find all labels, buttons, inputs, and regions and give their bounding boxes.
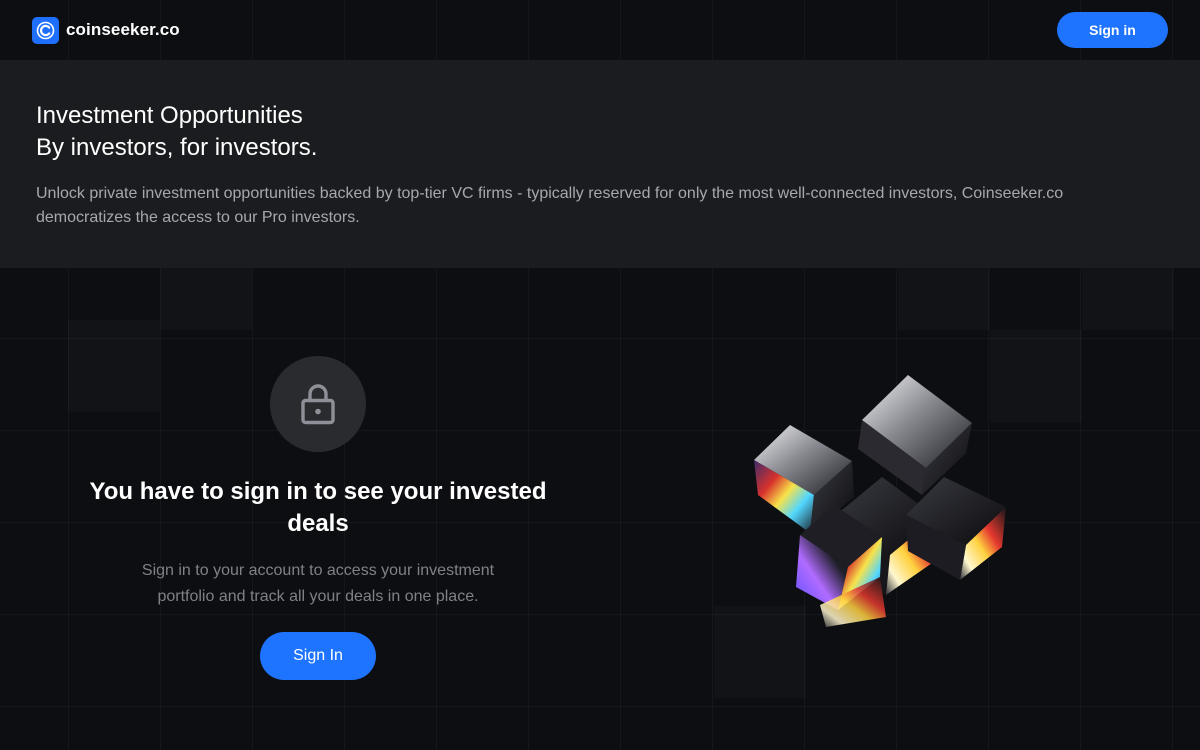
coinseeker-logo-icon	[32, 16, 59, 44]
hero-title: Investment Opportunities By investors, f…	[36, 100, 1164, 164]
background-tile	[160, 268, 252, 330]
background-tile	[1082, 268, 1174, 330]
iridescent-cubes-illustration	[754, 375, 1006, 627]
sign-in-button[interactable]: Sign In	[260, 632, 376, 680]
sign-in-required-panel: You have to sign in to see your invested…	[60, 356, 576, 680]
hero-title-line-1: Investment Opportunities	[36, 102, 303, 129]
logo[interactable]: coinseeker.co	[32, 16, 180, 44]
background-tile	[898, 268, 990, 330]
lock-badge	[270, 356, 366, 452]
lock-icon	[301, 384, 335, 425]
top-header: coinseeker.co Sign in	[0, 0, 1200, 60]
cube-top	[858, 375, 972, 495]
sign-in-required-subtext: Sign in to your account to access your i…	[141, 562, 495, 605]
hero-banner: Investment Opportunities By investors, f…	[0, 60, 1200, 268]
logo-text: coinseeker.co	[66, 20, 180, 39]
sign-in-required-heading: You have to sign in to see your invested…	[89, 478, 547, 537]
hero-title-line-2: By investors, for investors.	[36, 134, 318, 161]
header-sign-in-button[interactable]: Sign in	[1057, 12, 1168, 48]
hero-description: Unlock private investment opportunities …	[36, 185, 1064, 226]
